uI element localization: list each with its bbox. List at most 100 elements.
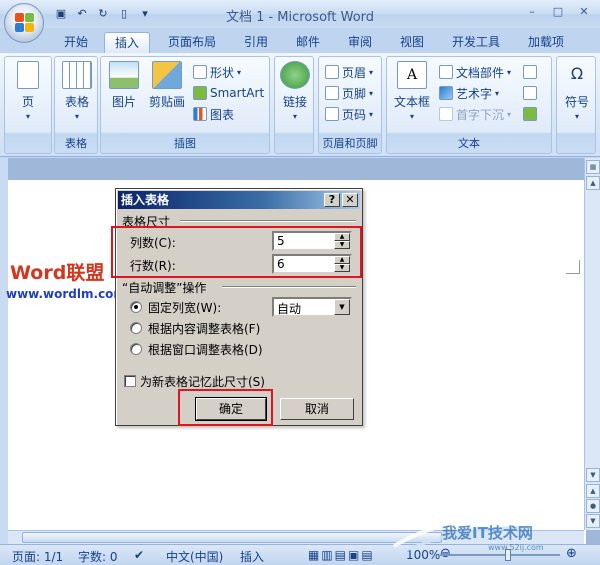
ribbon-tabs: 开始 插入 页面布局 引用 邮件 审阅 视图 开发工具 加载项 — [0, 28, 600, 53]
fixed-width-value: 自动 — [277, 302, 302, 316]
horizontal-scrollbar[interactable] — [8, 530, 584, 544]
textbox-button[interactable]: A 文本框 ▾ — [391, 61, 433, 121]
minimize-button[interactable]: – — [522, 4, 542, 20]
tab-references[interactable]: 引用 — [236, 32, 276, 53]
window-controls: – □ ✕ — [522, 4, 594, 20]
symbols-group: Ω 符号 ▾ — [556, 56, 596, 154]
maximize-button[interactable]: □ — [548, 4, 568, 20]
fixed-width-label: 固定列宽(W): — [148, 301, 222, 315]
picture-button[interactable]: 图片 — [107, 61, 141, 110]
shapes-label: 形状 — [210, 65, 235, 80]
scroll-up-icon[interactable]: ▲ — [586, 176, 600, 190]
chevron-down-icon: ▾ — [369, 67, 374, 77]
autofit-contents-radio[interactable] — [130, 322, 142, 334]
textbox-icon: A — [397, 61, 427, 89]
scroll-down-icon[interactable]: ▼ — [586, 468, 600, 482]
tab-page-layout[interactable]: 页面布局 — [160, 32, 224, 53]
section-divider — [180, 220, 356, 222]
page-count[interactable]: 页面: 1/1 — [12, 548, 63, 565]
footer-button[interactable]: 页脚 ▾ — [325, 84, 373, 102]
fixed-width-radio[interactable] — [130, 301, 142, 313]
zoom-slider[interactable] — [440, 554, 560, 556]
date-time-icon[interactable] — [523, 86, 537, 100]
office-button[interactable] — [4, 3, 44, 43]
ribbon: 页 ▾ 表格 ▾ 表格 图片 剪贴画 形状 ▾ SmartArt 图表 插图 链… — [0, 53, 600, 157]
object-icon[interactable] — [523, 107, 537, 121]
dropcap-icon — [439, 107, 453, 121]
logo-cn-text: 联盟 — [66, 262, 105, 284]
pages-group: 页 ▾ — [4, 56, 52, 154]
tab-developer[interactable]: 开发工具 — [444, 32, 508, 53]
help-button[interactable]: ? — [324, 193, 340, 207]
page-number-label: 页码 — [342, 107, 367, 122]
ruler-toggle-icon[interactable]: ▦ — [586, 160, 600, 174]
insert-mode-indicator[interactable]: 插入 — [240, 548, 264, 565]
autofit-window-radio[interactable] — [130, 343, 142, 355]
header-footer-group: 页眉 ▾ 页脚 ▾ 页码 ▾ 页眉和页脚 — [318, 56, 382, 154]
zoom-slider-thumb[interactable] — [505, 549, 511, 561]
omega-icon: Ω — [570, 64, 584, 83]
proofing-icon[interactable]: ✔ — [134, 548, 144, 562]
tab-insert[interactable]: 插入 — [104, 32, 150, 53]
header-icon — [325, 65, 339, 79]
dialog-close-button[interactable]: ✕ — [342, 193, 358, 207]
dropcap-button[interactable]: 首字下沉 ▾ — [439, 105, 511, 123]
autofit-window-label: 根据窗口调整表格(D) — [148, 343, 263, 357]
smartart-button[interactable]: SmartArt — [193, 84, 264, 102]
previous-page-icon[interactable]: ▲ — [586, 484, 600, 498]
language-indicator[interactable]: 中文(中国) — [166, 548, 223, 565]
chevron-down-icon[interactable]: ▼ — [334, 299, 350, 315]
clipart-button[interactable]: 剪贴画 — [147, 61, 187, 110]
pages-label: 页 — [21, 95, 34, 109]
tab-mailings[interactable]: 邮件 — [288, 32, 328, 53]
view-buttons[interactable]: ▦▥▤▣▤ — [308, 548, 375, 562]
header-label: 页眉 — [342, 65, 367, 80]
page-number-button[interactable]: 页码 ▾ — [325, 105, 373, 123]
tab-view[interactable]: 视图 — [392, 32, 432, 53]
quickparts-label: 文档部件 — [456, 65, 505, 80]
pages-button[interactable]: 页 ▾ — [11, 61, 45, 121]
text-group: A 文本框 ▾ 文档部件 ▾ 艺术字 ▾ 首字下沉 ▾ 文本 — [386, 56, 552, 154]
tab-addins[interactable]: 加载项 — [520, 32, 572, 53]
dialog-title: 插入表格 — [121, 193, 170, 207]
smartart-label: SmartArt — [210, 86, 265, 100]
shapes-button[interactable]: 形状 ▾ — [193, 63, 241, 81]
quickparts-button[interactable]: 文档部件 ▾ — [439, 63, 511, 81]
highlight-ok-box — [178, 389, 273, 426]
browse-object-icon[interactable]: ● — [586, 499, 600, 513]
links-group: 链接 ▾ — [274, 56, 314, 154]
horizontal-scroll-thumb[interactable] — [22, 532, 442, 543]
word-count[interactable]: 字数: 0 — [78, 548, 118, 565]
table-button[interactable]: 表格 ▾ — [58, 61, 96, 121]
vertical-ruler — [0, 158, 8, 544]
window-title: 文档 1 - Microsoft Word — [225, 10, 375, 25]
dialog-title-bar: 插入表格 ? ✕ — [118, 191, 360, 209]
status-bar: 页面: 1/1 字数: 0 ✔ 中文(中国) 插入 ▦▥▤▣▤ 100% ⊖ ⊕ — [0, 544, 600, 565]
cancel-button[interactable]: 取消 — [280, 398, 354, 420]
wordart-button[interactable]: 艺术字 ▾ — [439, 84, 499, 102]
signature-line-icon[interactable] — [523, 65, 537, 79]
tab-home[interactable]: 开始 — [55, 32, 97, 53]
symbol-button[interactable]: Ω 符号 ▾ — [559, 61, 595, 121]
clipart-icon — [152, 61, 182, 89]
chevron-down-icon: ▾ — [369, 88, 374, 98]
margin-corner-mark — [566, 260, 580, 274]
header-button[interactable]: 页眉 ▾ — [325, 63, 373, 81]
remember-size-checkbox[interactable] — [124, 375, 136, 387]
zoom-level[interactable]: 100% — [406, 548, 440, 562]
close-button[interactable]: ✕ — [574, 4, 594, 20]
chart-icon — [193, 107, 207, 121]
links-button[interactable]: 链接 ▾ — [277, 61, 313, 121]
illustrations-group-label: 插图 — [174, 137, 196, 150]
text-group-label: 文本 — [458, 137, 480, 150]
chevron-down-icon: ▾ — [25, 112, 30, 121]
autofit-heading: “自动调整”操作 — [122, 281, 207, 295]
zoom-in-icon[interactable]: ⊕ — [566, 546, 577, 561]
tab-review[interactable]: 审阅 — [340, 32, 380, 53]
section-divider — [222, 286, 356, 288]
fixed-width-select[interactable]: 自动 ▼ — [272, 297, 352, 317]
vertical-scrollbar[interactable]: ▦ ▲ ▼ ▲ ● ▼ — [584, 158, 600, 530]
chart-button[interactable]: 图表 — [193, 105, 234, 123]
next-page-icon[interactable]: ▼ — [586, 514, 600, 528]
chevron-down-icon: ▾ — [292, 112, 297, 121]
